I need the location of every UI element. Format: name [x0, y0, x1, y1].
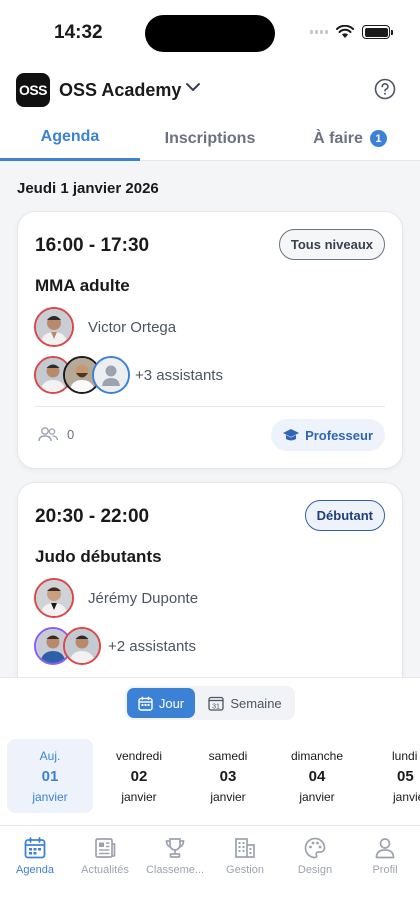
org-name[interactable]: OSS Academy: [59, 80, 181, 101]
palette-icon: [304, 837, 326, 859]
academy-logo[interactable]: OSS: [16, 73, 50, 107]
calendar-31-icon-number: 31: [212, 703, 220, 710]
view-day-button[interactable]: Jour: [127, 688, 195, 718]
battery-icon: [362, 25, 393, 39]
card-divider: [35, 406, 385, 407]
tabbar-item-actualites[interactable]: Actualités: [70, 835, 140, 876]
role-chip[interactable]: Professeur: [271, 419, 385, 451]
day-number: 01: [41, 768, 59, 785]
signal-icon: [310, 30, 328, 34]
date-heading: Jeudi 1 janvier 2026: [17, 180, 159, 197]
assistants-count: +2 assistants: [108, 638, 196, 655]
assistant-avatars: [34, 356, 144, 396]
teacher-avatar: [34, 307, 74, 347]
calendar-icon: [24, 837, 46, 859]
tabbar-label: Profil: [372, 864, 398, 876]
day-month: janvier: [393, 790, 420, 804]
graduation-cap-icon: [283, 429, 300, 441]
day-month: janvier: [32, 790, 68, 804]
tab-inscriptions[interactable]: Inscriptions: [140, 116, 280, 161]
day-name: Auj.: [39, 749, 61, 763]
todo-count-badge: 1: [369, 130, 387, 147]
day-number: 04: [308, 768, 326, 785]
trophy-icon: [165, 838, 185, 858]
level-badge: Débutant: [304, 500, 385, 531]
day-month: janvier: [299, 790, 335, 804]
calendar-31-icon: 31: [208, 696, 224, 711]
day-number: 05: [397, 768, 414, 785]
day-item[interactable]: samedi 03 janvier: [185, 739, 271, 813]
tabbar-label: Actualités: [81, 864, 129, 876]
session-card[interactable]: 16:00 - 17:30 Tous niveaux MMA adulte Vi…: [17, 211, 403, 469]
day-name: lundi: [392, 749, 418, 763]
assistants-count: +3 assistants: [135, 367, 223, 384]
day-item[interactable]: lundi 05 janvier: [362, 739, 420, 813]
teacher-name: Jérémy Duponte: [88, 590, 199, 607]
teacher-avatar: [34, 578, 74, 618]
tabbar-item-profil[interactable]: Profil: [350, 835, 420, 876]
tabbar-item-classement[interactable]: Classeme...: [140, 835, 210, 876]
bottom-tab-bar: Agenda Actualités Classeme... Gestion De…: [0, 825, 420, 913]
class-name: MMA adulte: [35, 276, 130, 295]
person-placeholder-icon: [92, 356, 130, 394]
level-badge: Tous niveaux: [278, 229, 385, 260]
session-time: 16:00 - 17:30: [35, 235, 150, 256]
people-icon: [38, 427, 59, 442]
tabbar-label: Agenda: [16, 864, 54, 876]
session-time: 20:30 - 22:00: [35, 506, 150, 527]
tabbar-label: Gestion: [226, 864, 264, 876]
tabbar-item-gestion[interactable]: Gestion: [210, 835, 280, 876]
tab-agenda[interactable]: Agenda: [0, 116, 140, 161]
view-day-label: Jour: [158, 695, 185, 711]
dynamic-island: [145, 15, 275, 52]
tabbar-label: Classeme...: [145, 864, 205, 876]
view-week-button[interactable]: 31 Semaine: [197, 688, 293, 718]
view-toggle: Jour 31 Semaine: [125, 686, 295, 720]
teacher-name: Victor Ortega: [88, 319, 177, 336]
class-name: Judo débutants: [35, 547, 162, 566]
calendar-icon: [138, 696, 153, 711]
tabbar-label: Design: [297, 864, 333, 876]
day-name: dimanche: [290, 749, 344, 763]
chevron-down-icon[interactable]: [184, 78, 202, 96]
date-picker-panel: Jour 31 Semaine Auj. 01 janvier vendredi…: [0, 677, 420, 825]
day-name: samedi: [208, 749, 248, 763]
wifi-icon: [336, 25, 354, 38]
assistant-avatars: [34, 627, 114, 667]
assistant-avatar: [63, 627, 101, 665]
participants-count: 0: [37, 426, 74, 442]
help-icon[interactable]: [374, 78, 396, 100]
day-today[interactable]: Auj. 01 janvier: [7, 739, 93, 813]
day-item[interactable]: vendredi 02 janvier: [96, 739, 182, 813]
status-bar: 14:32: [0, 0, 420, 64]
person-icon: [375, 838, 395, 859]
tabbar-item-agenda[interactable]: Agenda: [0, 835, 70, 876]
newspaper-icon: [95, 838, 116, 858]
status-time: 14:32: [54, 22, 103, 43]
day-number: 03: [219, 768, 237, 785]
tab-a-faire[interactable]: À faire 1: [280, 116, 420, 161]
day-item[interactable]: dimanche 04 janvier: [274, 739, 360, 813]
tab-a-faire-label: À faire: [313, 129, 363, 147]
status-icons: [310, 25, 393, 39]
view-week-label: Semaine: [230, 695, 282, 711]
day-number: 02: [130, 768, 148, 785]
day-month: janvier: [210, 790, 246, 804]
participants-number: 0: [67, 426, 75, 442]
building-icon: [235, 838, 255, 858]
top-tabs: Agenda Inscriptions À faire 1: [0, 116, 420, 161]
day-month: janvier: [121, 790, 157, 804]
app-header: OSS OSS Academy: [0, 64, 420, 116]
day-name: vendredi: [115, 749, 163, 763]
tabbar-item-design[interactable]: Design: [280, 835, 350, 876]
role-label: Professeur: [305, 427, 373, 443]
